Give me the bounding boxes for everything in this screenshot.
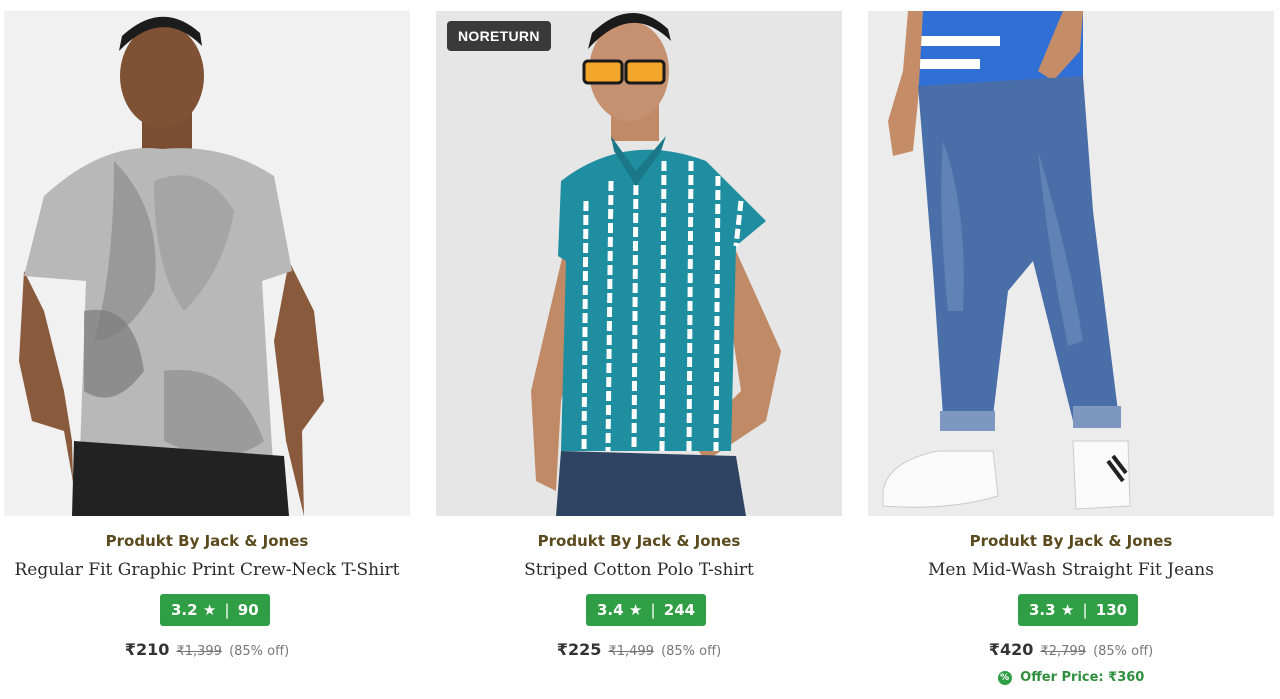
- product-brand: Produkt By Jack & Jones: [105, 532, 309, 550]
- price-row: ₹210 ₹1,399 (85% off): [4, 640, 410, 659]
- original-price: ₹2,799: [1040, 644, 1086, 659]
- offer-price: % Offer Price: ₹360: [868, 670, 1274, 685]
- offer-price-text: Offer Price: ₹360: [1020, 670, 1145, 685]
- discount-percent: (85% off): [1093, 644, 1154, 659]
- rating-badge: 3.4 ★ | 244: [586, 594, 707, 626]
- rating-badge: 3.3 ★ | 130: [1018, 594, 1139, 626]
- product-title[interactable]: Striped Cotton Polo T-shirt: [436, 560, 842, 580]
- star-icon: ★: [202, 601, 217, 619]
- product-image[interactable]: NORETURN: [436, 11, 842, 516]
- product-card[interactable]: Produkt By Jack & Jones Regular Fit Grap…: [4, 0, 410, 699]
- star-icon: ★: [628, 601, 643, 619]
- rating-value: 3.3: [1029, 601, 1056, 619]
- product-title[interactable]: Regular Fit Graphic Print Crew-Neck T-Sh…: [4, 560, 410, 580]
- price-row: ₹420 ₹2,799 (85% off): [868, 640, 1274, 659]
- price-row: ₹225 ₹1,499 (85% off): [436, 640, 842, 659]
- selling-price: ₹420: [988, 640, 1034, 659]
- rating-value: 3.4: [597, 601, 624, 619]
- rating-separator: |: [224, 601, 230, 619]
- rating-count: 130: [1095, 601, 1128, 619]
- product-image[interactable]: [4, 11, 410, 516]
- selling-price: ₹210: [124, 640, 170, 659]
- product-title[interactable]: Men Mid-Wash Straight Fit Jeans: [868, 560, 1274, 580]
- discount-percent: (85% off): [661, 644, 722, 659]
- product-card[interactable]: Produkt By Jack & Jones Men Mid-Wash Str…: [868, 0, 1274, 699]
- original-price: ₹1,499: [608, 644, 654, 659]
- product-card[interactable]: NORETURN Produkt By Jack & Jones Striped…: [436, 0, 842, 699]
- rating-count: 90: [237, 601, 259, 619]
- discount-percent: (85% off): [229, 644, 290, 659]
- product-brand: Produkt By Jack & Jones: [969, 532, 1173, 550]
- noreturn-badge: NORETURN: [447, 21, 551, 51]
- product-brand: Produkt By Jack & Jones: [537, 532, 741, 550]
- original-price: ₹1,399: [176, 644, 222, 659]
- rating-value: 3.2: [171, 601, 198, 619]
- product-image[interactable]: [868, 11, 1274, 516]
- rating-separator: |: [650, 601, 656, 619]
- offer-percent-icon: %: [997, 671, 1012, 685]
- rating-badge: 3.2 ★ | 90: [160, 594, 270, 626]
- rating-separator: |: [1082, 601, 1088, 619]
- selling-price: ₹225: [556, 640, 602, 659]
- rating-count: 244: [663, 601, 696, 619]
- star-icon: ★: [1060, 601, 1075, 619]
